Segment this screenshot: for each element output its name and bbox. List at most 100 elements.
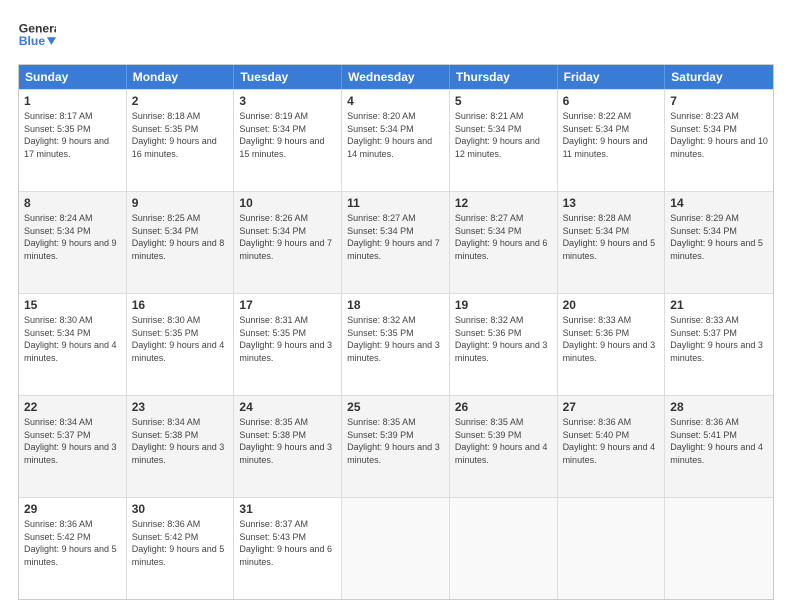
day-number: 11 [347,196,444,210]
cal-week-row-3: 15Sunrise: 8:30 AMSunset: 5:34 PMDayligh… [19,293,773,395]
cal-cell-day-17: 17Sunrise: 8:31 AMSunset: 5:35 PMDayligh… [234,294,342,395]
daylight-label: Daylight: 9 hours and 5 minutes. [563,238,656,261]
daylight-label: Daylight: 9 hours and 4 minutes. [24,340,117,363]
day-info: Sunrise: 8:20 AMSunset: 5:34 PMDaylight:… [347,110,444,160]
sunrise-label: Sunrise: 8:37 AM [239,519,308,529]
day-info: Sunrise: 8:33 AMSunset: 5:36 PMDaylight:… [563,314,660,364]
daylight-label: Daylight: 9 hours and 4 minutes. [132,340,225,363]
day-number: 18 [347,298,444,312]
sunrise-label: Sunrise: 8:30 AM [132,315,201,325]
logo-icon: General Blue [18,16,56,54]
sunrise-label: Sunrise: 8:36 AM [563,417,632,427]
day-number: 10 [239,196,336,210]
sunset-label: Sunset: 5:43 PM [239,532,306,542]
cal-cell-day-5: 5Sunrise: 8:21 AMSunset: 5:34 PMDaylight… [450,90,558,191]
sunset-label: Sunset: 5:40 PM [563,430,630,440]
sunrise-label: Sunrise: 8:25 AM [132,213,201,223]
sunrise-label: Sunrise: 8:27 AM [347,213,416,223]
day-number: 31 [239,502,336,516]
cal-cell-day-1: 1Sunrise: 8:17 AMSunset: 5:35 PMDaylight… [19,90,127,191]
sunrise-label: Sunrise: 8:32 AM [347,315,416,325]
sunset-label: Sunset: 5:35 PM [239,328,306,338]
sunrise-label: Sunrise: 8:31 AM [239,315,308,325]
sunset-label: Sunset: 5:34 PM [670,226,737,236]
day-number: 5 [455,94,552,108]
day-info: Sunrise: 8:32 AMSunset: 5:36 PMDaylight:… [455,314,552,364]
day-number: 9 [132,196,229,210]
cal-week-row-5: 29Sunrise: 8:36 AMSunset: 5:42 PMDayligh… [19,497,773,599]
day-info: Sunrise: 8:27 AMSunset: 5:34 PMDaylight:… [347,212,444,262]
sunrise-label: Sunrise: 8:33 AM [670,315,739,325]
day-number: 19 [455,298,552,312]
day-number: 23 [132,400,229,414]
calendar-header-row: SundayMondayTuesdayWednesdayThursdayFrid… [19,65,773,89]
day-number: 29 [24,502,121,516]
calendar: SundayMondayTuesdayWednesdayThursdayFrid… [18,64,774,600]
cal-cell-day-22: 22Sunrise: 8:34 AMSunset: 5:37 PMDayligh… [19,396,127,497]
daylight-label: Daylight: 9 hours and 8 minutes. [132,238,225,261]
sunset-label: Sunset: 5:34 PM [455,124,522,134]
cal-cell-day-31: 31 Sunrise: 8:37 AM Sunset: 5:43 PM Dayligh… [234,498,342,599]
daylight-label: Daylight: 9 hours and 5 minutes. [24,544,117,567]
daylight-label: Daylight: 9 hours and 9 minutes. [24,238,117,261]
cal-cell-day-26: 26Sunrise: 8:35 AMSunset: 5:39 PMDayligh… [450,396,558,497]
day-number: 27 [563,400,660,414]
cal-cell-day-29: 29 Sunrise: 8:36 AMSunset: 5:42 PMDayligh… [19,498,127,599]
daylight-label: Daylight: 9 hours and 10 minutes. [670,136,768,159]
day-info: Sunrise: 8:25 AM Sunset: 5:34 PM Daylight:… [132,212,229,262]
sunset-label: Sunset: 5:34 PM [347,124,414,134]
daylight-label: Daylight: 9 hours and 11 minutes. [563,136,648,159]
cal-cell-empty [665,498,773,599]
day-number: 4 [347,94,444,108]
sunset-label: Sunset: 5:37 PM [24,430,91,440]
day-number: 26 [455,400,552,414]
daylight-label: Daylight: 9 hours and 15 minutes. [239,136,324,159]
cal-cell-day-12: 12Sunrise: 8:27 AMSunset: 5:34 PMDayligh… [450,192,558,293]
sunrise-label: Sunrise: 8:18 AM [132,111,201,121]
cal-header-cell-friday: Friday [558,65,666,89]
day-number: 20 [563,298,660,312]
cal-cell-day-4: 4 Sunrise: 8:20 AMSunset: 5:34 PMDaylight… [342,90,450,191]
sunrise-label: Sunrise: 8:23 AM [670,111,739,121]
cal-cell-day-3: 3Sunrise: 8:19 AMSunset: 5:34 PMDaylight… [234,90,342,191]
day-info: Sunrise: 8:36 AMSunset: 5:42 PMDaylight:… [24,518,121,568]
cal-header-cell-wednesday: Wednesday [342,65,450,89]
daylight-label: Daylight: 9 hours and 12 minutes. [455,136,540,159]
sunrise-label: Sunrise: 8:19 AM [239,111,308,121]
day-info: Sunrise: 8:24 AMSunset: 5:34 PMDaylight:… [24,212,121,262]
day-info: Sunrise: 8:36 AMSunset: 5:42 PMDaylight:… [132,518,229,568]
cal-cell-day-8: 8Sunrise: 8:24 AMSunset: 5:34 PMDaylight… [19,192,127,293]
day-info: Sunrise: 8:37 AM Sunset: 5:43 PM Daylight:… [239,518,336,568]
calendar-body: 1Sunrise: 8:17 AMSunset: 5:35 PMDaylight… [19,89,773,599]
daylight-label: Daylight: 9 hours and 7 minutes. [239,238,332,261]
sunset-label: Sunset: 5:41 PM [670,430,737,440]
day-number: 25 [347,400,444,414]
sunrise-label: Sunrise: 8:34 AM [24,417,93,427]
cal-cell-day-16: 16Sunrise: 8:30 AMSunset: 5:35 PMDayligh… [127,294,235,395]
sunset-label: Sunset: 5:37 PM [670,328,737,338]
daylight-label: Daylight: 9 hours and 4 minutes. [670,442,763,465]
day-info: Sunrise: 8:34 AMSunset: 5:38 PMDaylight:… [132,416,229,466]
cal-cell-day-11: 11 Sunrise: 8:27 AMSunset: 5:34 PMDayligh… [342,192,450,293]
header: General Blue [18,16,774,54]
day-number: 2 [132,94,229,108]
sunrise-label: Sunrise: 8:36 AM [24,519,93,529]
sunset-label: Sunset: 5:34 PM [24,328,91,338]
sunrise-label: Sunrise: 8:32 AM [455,315,524,325]
sunrise-label: Sunrise: 8:33 AM [563,315,632,325]
day-info: Sunrise: 8:34 AMSunset: 5:37 PMDaylight:… [24,416,121,466]
day-info: Sunrise: 8:30 AMSunset: 5:34 PMDaylight:… [24,314,121,364]
sunrise-label: Sunrise: 8:22 AM [563,111,632,121]
daylight-label: Daylight: 9 hours and 3 minutes. [455,340,548,363]
sunset-label: Sunset: 5:42 PM [132,532,199,542]
daylight-label: Daylight: 9 hours and 4 minutes. [455,442,548,465]
sunrise-label: Sunrise: 8:34 AM [132,417,201,427]
sunset-label: Sunset: 5:34 PM [132,226,199,236]
daylight-label: Daylight: 9 hours and 6 minutes. [239,544,332,567]
day-number: 28 [670,400,768,414]
cal-week-row-1: 1Sunrise: 8:17 AMSunset: 5:35 PMDaylight… [19,89,773,191]
cal-cell-day-7: 7Sunrise: 8:23 AMSunset: 5:34 PMDaylight… [665,90,773,191]
day-number: 3 [239,94,336,108]
daylight-label: Daylight: 9 hours and 5 minutes. [132,544,225,567]
daylight-label: Daylight: 9 hours and 14 minutes. [347,136,432,159]
